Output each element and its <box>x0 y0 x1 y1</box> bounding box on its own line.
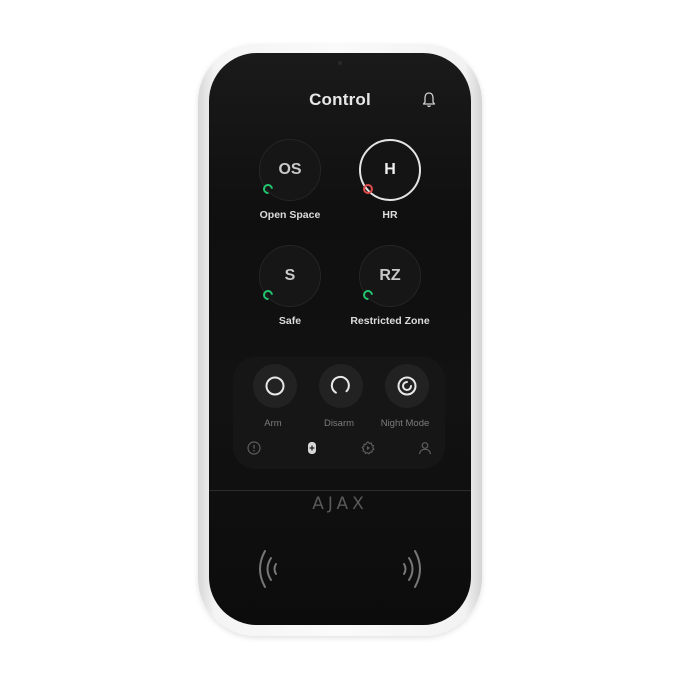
group-restricted-zone[interactable]: RZ Restricted Zone <box>335 245 445 345</box>
disarm-action[interactable]: Disarm <box>304 357 374 429</box>
night-mode-icon <box>397 376 417 396</box>
keypad-screen: Control OS Open Space H HR S Safe RZ Res… <box>209 53 471 625</box>
screen-divider <box>209 490 471 491</box>
arm-icon <box>265 376 285 396</box>
disarm-icon <box>330 375 350 394</box>
brand-logo: AJAX <box>312 494 368 514</box>
night-mode-button[interactable] <box>385 364 429 408</box>
group-abbr: S <box>284 267 296 284</box>
night-mode-label: Night Mode <box>380 418 430 429</box>
night-mode-action[interactable]: Night Mode <box>370 357 440 429</box>
group-name: Restricted Zone <box>350 315 430 327</box>
nfc-right-icon <box>403 550 421 588</box>
group-safe[interactable]: S Safe <box>235 245 345 345</box>
nfc-left-icon <box>259 550 277 588</box>
action-panel: Arm Disarm Night Mode <box>233 357 445 469</box>
group-abbr: RZ <box>379 267 401 284</box>
group-abbr: OS <box>278 161 302 178</box>
group-abbr: H <box>384 161 396 178</box>
scenario-icon[interactable] <box>360 440 376 456</box>
disarm-button[interactable] <box>319 364 363 408</box>
camera-dot <box>338 61 342 65</box>
bell-icon[interactable] <box>421 91 437 109</box>
arm-button[interactable] <box>253 364 297 408</box>
arm-action[interactable]: Arm <box>238 357 308 429</box>
alert-icon[interactable] <box>246 440 262 456</box>
group-name: HR <box>382 209 398 221</box>
user-icon[interactable] <box>417 440 433 456</box>
group-open-space[interactable]: OS Open Space <box>235 139 345 239</box>
group-hr[interactable]: H HR <box>335 139 445 239</box>
alarm-status-icon <box>363 184 373 194</box>
keypad-icon[interactable] <box>304 440 320 456</box>
